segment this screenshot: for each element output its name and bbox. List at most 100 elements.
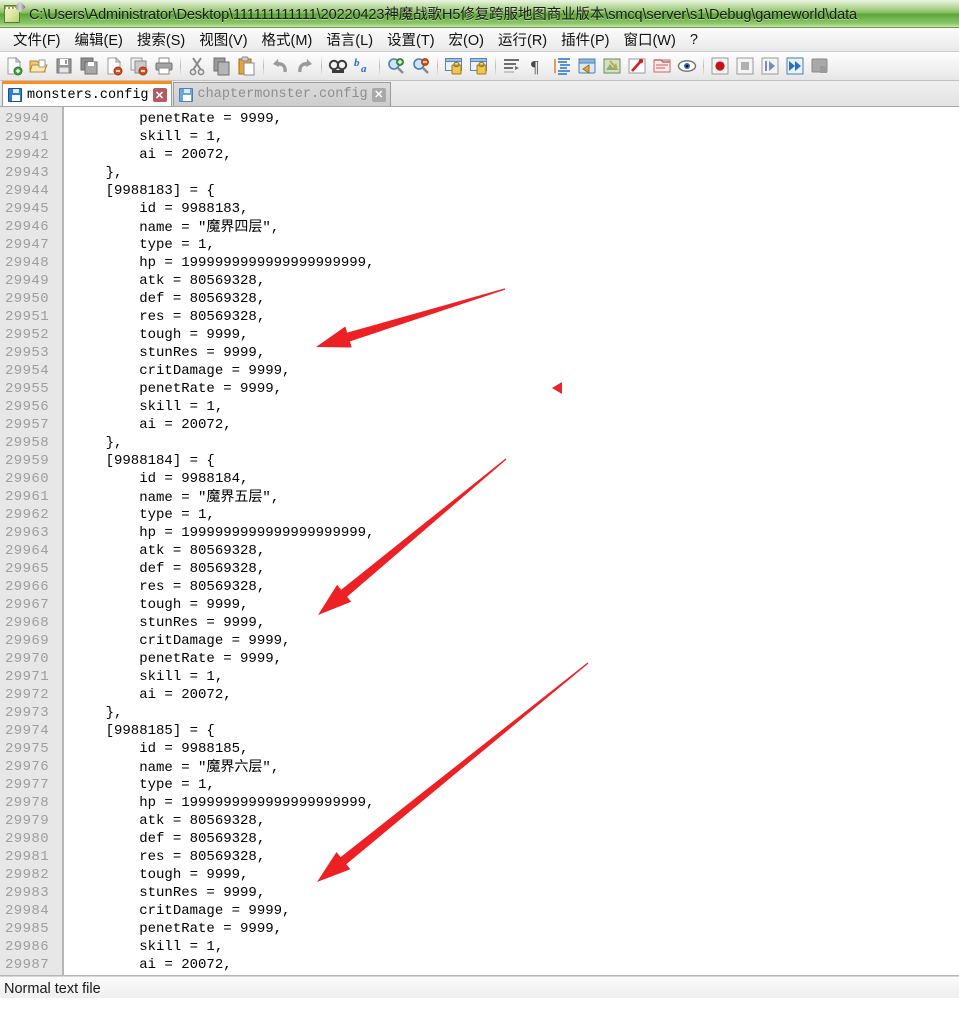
line-number: 29987 — [0, 956, 64, 974]
code-editor[interactable]: 29940 penetRate = 9999,29941 skill = 1,2… — [0, 107, 959, 976]
code-line-text: def = 80569328, — [64, 560, 265, 578]
code-line: 29979 atk = 80569328, — [0, 812, 959, 830]
menu-settings[interactable]: 设置(T) — [380, 27, 442, 52]
line-number: 29980 — [0, 830, 64, 848]
code-line-text: ai = 20072, — [64, 956, 232, 974]
code-line: 29966 res = 80569328, — [0, 578, 959, 596]
clickable-link-icon[interactable] — [625, 54, 649, 78]
code-text[interactable]: 29940 penetRate = 9999,29941 skill = 1,2… — [0, 107, 959, 975]
code-line: 29972 ai = 20072, — [0, 686, 959, 704]
code-line-text: ai = 20072, — [64, 416, 232, 434]
playback-macro-icon[interactable] — [758, 54, 782, 78]
code-line-text: hp = 1999999999999999999999, — [64, 254, 374, 272]
code-line-text: hp = 1999999999999999999999, — [64, 524, 374, 542]
code-line-text: critDamage = 9999, — [64, 632, 290, 650]
svg-text:¶: ¶ — [531, 57, 539, 76]
ui-goto-icon[interactable] — [575, 54, 599, 78]
code-line-text: atk = 80569328, — [64, 812, 265, 830]
code-line-text: stunRes = 9999, — [64, 884, 265, 902]
window-title: C:\Users\Administrator\Desktop\111111111… — [29, 3, 857, 24]
new-file-icon[interactable] — [2, 54, 26, 78]
tab-chaptermonster-config[interactable]: chaptermonster.config ✕ — [173, 82, 391, 106]
code-line-text: type = 1, — [64, 506, 215, 524]
code-line: 29947 type = 1, — [0, 236, 959, 254]
line-number: 29942 — [0, 146, 64, 164]
code-line: 29956 skill = 1, — [0, 398, 959, 416]
tab-close-icon[interactable]: ✕ — [372, 88, 386, 102]
code-line-text: res = 80569328, — [64, 308, 265, 326]
code-line-text: skill = 1, — [64, 128, 223, 146]
menu-edit[interactable]: 编辑(E) — [68, 27, 130, 52]
indent-guide-icon[interactable] — [550, 54, 574, 78]
code-line: 29950 def = 80569328, — [0, 290, 959, 308]
save-all-icon[interactable] — [77, 54, 101, 78]
status-file-type: Normal text file — [0, 978, 101, 998]
word-wrap-icon[interactable] — [500, 54, 524, 78]
code-line-text: name = "魔界四层", — [64, 218, 279, 237]
record-macro-icon[interactable] — [708, 54, 732, 78]
tab-close-icon[interactable]: ✕ — [153, 88, 167, 102]
code-line-text: penetRate = 9999, — [64, 920, 282, 938]
menu-run[interactable]: 运行(R) — [491, 27, 554, 52]
menu-help[interactable]: ? — [683, 30, 705, 50]
zoom-in-icon[interactable] — [384, 54, 408, 78]
code-line: 29968 stunRes = 9999, — [0, 614, 959, 632]
menu-format[interactable]: 格式(M) — [255, 27, 320, 52]
code-line: 29981 res = 80569328, — [0, 848, 959, 866]
menu-macro[interactable]: 宏(O) — [442, 27, 491, 52]
code-line: 29988 }, — [0, 974, 959, 976]
menu-search[interactable]: 搜索(S) — [130, 27, 192, 52]
menu-plugins[interactable]: 插件(P) — [554, 27, 616, 52]
menu-window[interactable]: 窗口(W) — [616, 27, 682, 52]
menu-view[interactable]: 视图(V) — [192, 27, 254, 52]
save-icon[interactable] — [52, 54, 76, 78]
close-file-icon[interactable] — [102, 54, 126, 78]
window-title-bar: C:\Users\Administrator\Desktop\111111111… — [0, 0, 959, 28]
code-line: 29982 tough = 9999, — [0, 866, 959, 884]
code-line-text: skill = 1, — [64, 668, 223, 686]
code-line-text: }, — [64, 704, 122, 722]
sync-vertical-scroll-icon[interactable] — [442, 54, 466, 78]
sync-horizontal-scroll-icon[interactable] — [467, 54, 491, 78]
code-line: 29962 type = 1, — [0, 506, 959, 524]
code-line-text: penetRate = 9999, — [64, 650, 282, 668]
folder-as-workspace-icon[interactable] — [650, 54, 674, 78]
menu-language[interactable]: 语言(L) — [319, 27, 380, 52]
line-number: 29970 — [0, 650, 64, 668]
replace-icon[interactable]: b a — [351, 54, 375, 78]
line-number: 29940 — [0, 110, 64, 128]
menu-file[interactable]: 文件(F) — [6, 27, 68, 52]
run-macro-multiple-icon[interactable] — [783, 54, 807, 78]
code-line-text: }, — [64, 434, 122, 452]
save-macro-icon[interactable] — [808, 54, 832, 78]
line-number: 29944 — [0, 182, 64, 200]
show-map-icon[interactable] — [600, 54, 624, 78]
document-map-icon[interactable] — [675, 54, 699, 78]
tab-monsters-config[interactable]: monsters.config ✕ — [2, 81, 172, 106]
code-line: 29977 type = 1, — [0, 776, 959, 794]
zoom-out-icon[interactable] — [409, 54, 433, 78]
line-number: 29976 — [0, 758, 64, 776]
close-all-icon[interactable] — [127, 54, 151, 78]
code-line-text: name = "魔界五层", — [64, 488, 279, 507]
line-number: 29988 — [0, 974, 64, 976]
copy-icon[interactable] — [210, 54, 234, 78]
code-line-text: hp = 1999999999999999999999, — [64, 794, 374, 812]
cut-icon[interactable] — [185, 54, 209, 78]
code-line: 29955 penetRate = 9999, — [0, 380, 959, 398]
find-icon[interactable] — [326, 54, 350, 78]
line-number: 29977 — [0, 776, 64, 794]
show-all-chars-icon[interactable]: ¶ — [525, 54, 549, 78]
paste-icon[interactable] — [235, 54, 259, 78]
print-icon[interactable] — [152, 54, 176, 78]
open-file-icon[interactable] — [27, 54, 51, 78]
code-line: 29978 hp = 1999999999999999999999, — [0, 794, 959, 812]
redo-icon[interactable] — [293, 54, 317, 78]
stop-record-macro-icon[interactable] — [733, 54, 757, 78]
code-line: 29958 }, — [0, 434, 959, 452]
undo-icon[interactable] — [268, 54, 292, 78]
status-bar: Normal text file — [0, 976, 959, 998]
line-number: 29983 — [0, 884, 64, 902]
code-line: 29951 res = 80569328, — [0, 308, 959, 326]
code-line: 29948 hp = 1999999999999999999999, — [0, 254, 959, 272]
